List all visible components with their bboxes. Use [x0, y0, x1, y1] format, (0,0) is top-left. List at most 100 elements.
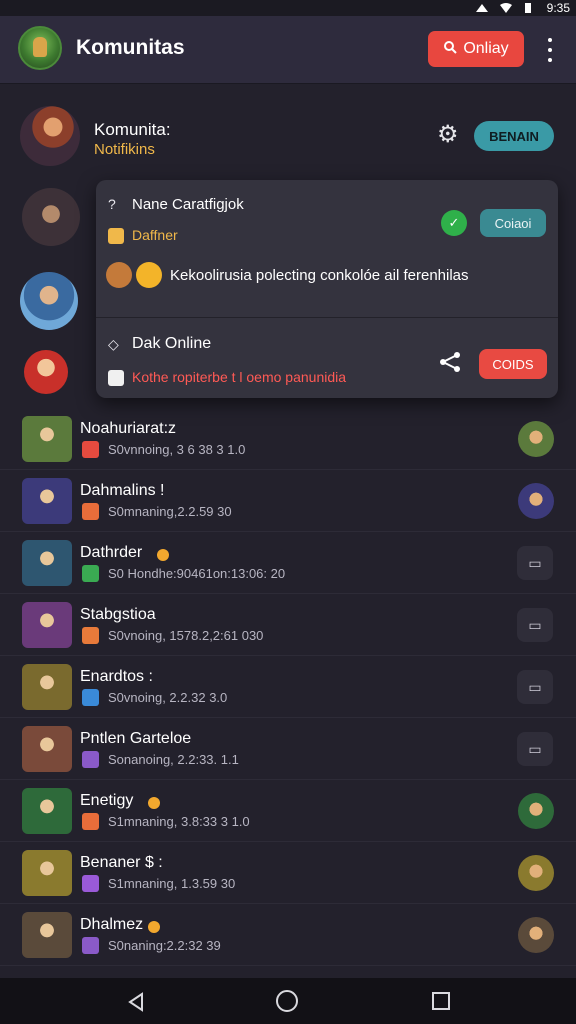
game-thumbnail: [22, 602, 72, 648]
list-item-name: Noahuriarat:z: [80, 420, 177, 437]
list-item-name: Pntlen Garteloe: [80, 730, 192, 747]
signal-icon: [475, 2, 489, 14]
wifi-icon: [499, 2, 513, 14]
status-icon: [82, 937, 99, 954]
list-item-name: Enardtos :: [80, 668, 153, 685]
list-item-status: Sonanoing, 2.2:33. 1.1: [108, 752, 239, 767]
avatar[interactable]: [20, 272, 78, 330]
avatar[interactable]: [20, 106, 80, 166]
recents-icon[interactable]: [432, 992, 450, 1010]
avatar[interactable]: [518, 855, 554, 891]
clipboard-icon[interactable]: ▭: [517, 670, 553, 704]
share-icon[interactable]: [439, 351, 461, 379]
popup-subtitle: Daffner: [132, 227, 178, 243]
avatar[interactable]: [518, 793, 554, 829]
clipboard-icon[interactable]: ▭: [517, 732, 553, 766]
game-thumbnail: [22, 726, 72, 772]
list-item-status: S0vnoing, 1578.2,2:61 030: [108, 628, 264, 643]
list-item[interactable]: Benaner $ : S1mnaning, 1.3.59 30: [0, 842, 576, 904]
question-icon: ?: [108, 196, 116, 212]
popup-coids-button[interactable]: COIDS: [479, 349, 547, 379]
popup-online-title: Dak Online: [132, 335, 212, 352]
badge-icon: [148, 921, 161, 933]
list-item-name: Dahmalins !: [80, 482, 165, 499]
status-icon: [82, 875, 99, 892]
popup-online-subtitle: Kothe ropiterbe t l oemo panunidia: [132, 369, 347, 385]
divider: [96, 317, 558, 318]
emoji-icon: [106, 262, 132, 288]
app-bar: Komunitas Onliay: [0, 16, 576, 84]
list-item-name: Enetigy: [80, 792, 134, 809]
game-thumbnail: [22, 416, 72, 462]
community-subtitle: Notifikins: [94, 141, 155, 158]
gear-icon[interactable]: ⚙: [437, 123, 461, 147]
game-thumbnail: [22, 664, 72, 710]
status-icon: [82, 503, 99, 520]
status-icon: [82, 813, 99, 830]
avatar[interactable]: [518, 421, 554, 457]
kebab-icon[interactable]: [540, 38, 560, 62]
community-name: Komunita:: [94, 120, 171, 139]
list-item-name: Dathrder: [80, 544, 143, 561]
avatar[interactable]: [518, 917, 554, 953]
list-item-status: S0vnoing, 2.2.32 3.0: [108, 690, 228, 705]
list-item[interactable]: Stabgstioa S0vnoing, 1578.2,2:61 030 ▭: [0, 594, 576, 656]
list-item-status: S0naning:2.2:32 39: [108, 938, 221, 953]
list-item-status: S1mnaning, 3.8:33 3 1.0: [108, 814, 250, 829]
status-icons: 9:35: [475, 0, 570, 16]
list-item[interactable]: Enardtos : S0vnoing, 2.2.32 3.0 ▭: [0, 656, 576, 718]
list-item-name: Stabgstioa: [80, 606, 156, 623]
clipboard-icon[interactable]: ▭: [517, 546, 553, 580]
list-item[interactable]: Dahmalins ! S0mnaning,2.2.59 30: [0, 470, 576, 532]
list-item-status: S0 Hondhe:90461on:13:06: 20: [108, 566, 286, 581]
status-icon: [82, 627, 99, 644]
diamond-icon: ◇: [108, 336, 119, 352]
badge-icon: [108, 228, 124, 244]
benain-button[interactable]: BENAIN: [474, 121, 554, 151]
popup-message: Kekoolirusia polecting conkolóe ail fere…: [170, 267, 469, 284]
clipboard-icon[interactable]: ▭: [517, 608, 553, 642]
back-icon[interactable]: [126, 992, 146, 1017]
emoji-icon: [136, 262, 162, 288]
game-thumbnail: [22, 912, 72, 958]
list-item-status: S0vnnoing, 3 6 38 3 1.0: [108, 442, 246, 457]
community-header: Komunita: Notifikins ⚙ BENAIN: [0, 86, 576, 186]
check-icon[interactable]: ✓: [441, 210, 467, 236]
status-icon: [82, 689, 99, 706]
game-thumbnail: [22, 788, 72, 834]
online-button[interactable]: Onliay: [428, 31, 524, 67]
popup-title: Nane Caratfigjok: [132, 196, 244, 213]
badge-icon: [156, 549, 169, 561]
popup-card: ? Nane Caratfigjok Daffner ✓ Coiaoi Keko…: [96, 180, 558, 398]
list-item[interactable]: Noahuriarat:z S0vnnoing, 3 6 38 3 1.0: [0, 408, 576, 470]
list-item-name: Dhalmez: [80, 916, 144, 933]
game-thumbnail: [22, 478, 72, 524]
list-item[interactable]: Dathrder S0 Hondhe:90461on:13:06: 20 ▭: [0, 532, 576, 594]
list-item-name: Benaner $ :: [80, 854, 163, 871]
avatar[interactable]: [22, 188, 80, 246]
list-item[interactable]: Pntlen Garteloe Sonanoing, 2.2:33. 1.1 ▭: [0, 718, 576, 780]
game-thumbnail: [22, 850, 72, 896]
status-bar: 9:35: [0, 0, 576, 16]
app-title: Komunitas: [76, 36, 185, 59]
home-icon[interactable]: [276, 990, 298, 1012]
avatar[interactable]: [518, 483, 554, 519]
status-icon: [82, 441, 99, 458]
online-button-label: Onliay: [463, 40, 509, 57]
avatar[interactable]: [24, 350, 68, 394]
list-item[interactable]: Dhalmez S0naning:2.2:32 39: [0, 904, 576, 966]
status-icon: [82, 565, 99, 582]
status-time: 9:35: [546, 1, 570, 15]
badge-icon: [148, 797, 161, 809]
app-logo: [18, 26, 62, 70]
game-thumbnail: [22, 540, 72, 586]
status-icon: [82, 751, 99, 768]
nav-bar: [0, 978, 576, 1024]
search-icon: [443, 40, 458, 59]
popup-action-button[interactable]: Coiaoi: [480, 209, 546, 237]
list-item-status: S1mnaning, 1.3.59 30: [108, 876, 236, 891]
badge-icon: [108, 370, 124, 386]
list-item[interactable]: Enetigy S1mnaning, 3.8:33 3 1.0: [0, 780, 576, 842]
battery-icon: [523, 2, 537, 14]
list-item-status: S0mnaning,2.2.59 30: [108, 504, 232, 519]
